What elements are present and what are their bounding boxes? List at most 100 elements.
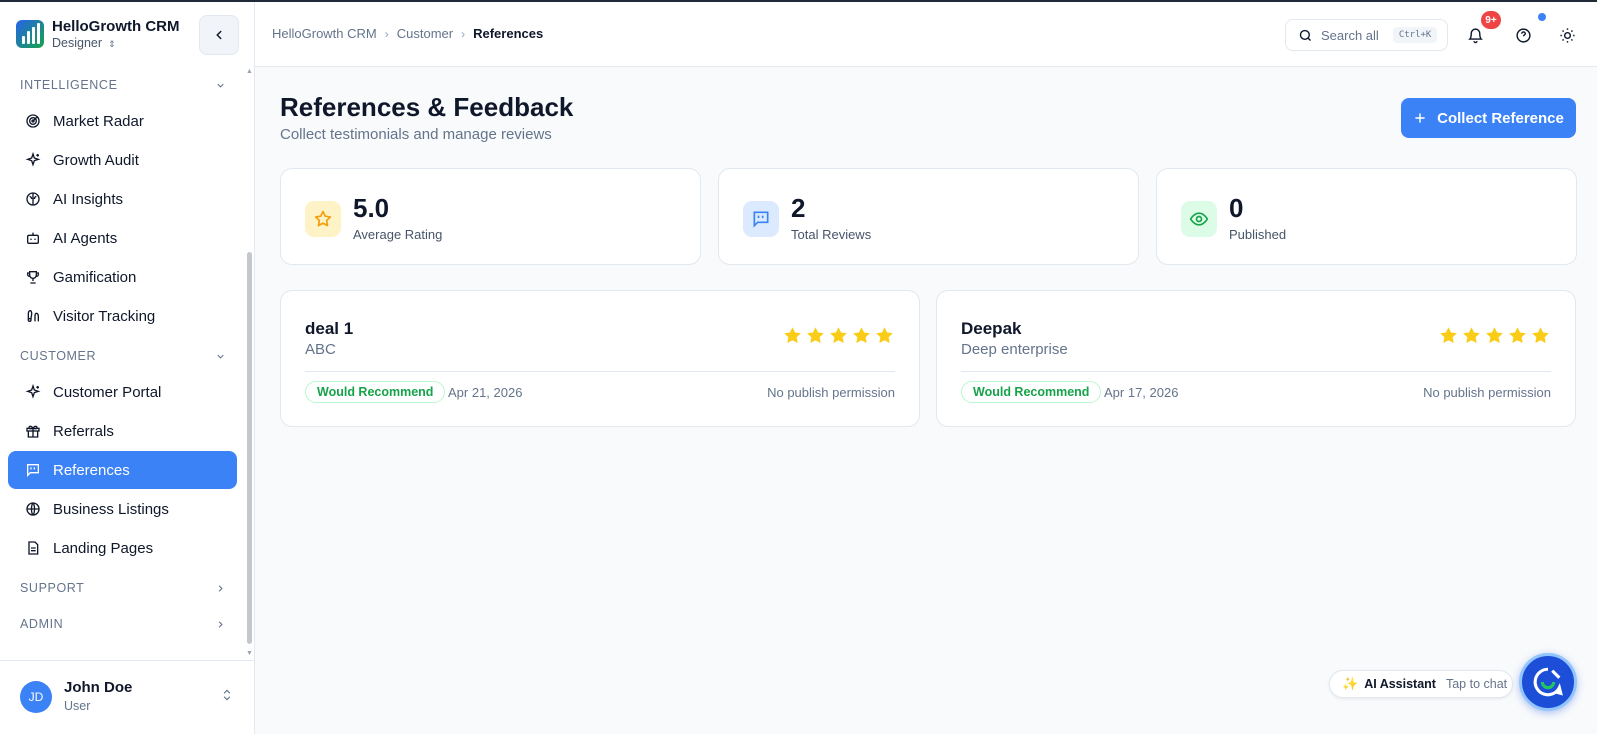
ai-assistant-button[interactable] bbox=[1519, 653, 1577, 711]
chevrons-up-down-icon bbox=[223, 689, 231, 701]
search-shortcut: Ctrl+K bbox=[1392, 27, 1438, 43]
divider bbox=[305, 371, 895, 372]
reference-card[interactable]: deal 1 ABC Would Recommend Apr 21, 2026 … bbox=[280, 290, 920, 427]
sidebar-item-ai-insights[interactable]: AI Insights bbox=[8, 180, 237, 218]
star-icon bbox=[784, 327, 801, 343]
reference-date: Apr 17, 2026 bbox=[1104, 385, 1179, 400]
sidebar-item-referrals[interactable]: Referrals bbox=[8, 412, 237, 450]
breadcrumb-item[interactable]: HelloGrowth CRM bbox=[272, 26, 377, 41]
sparkles-icon: ✨ bbox=[1342, 676, 1359, 691]
message-quote-icon bbox=[743, 201, 779, 237]
help-circle-icon bbox=[1515, 27, 1531, 43]
bell-icon bbox=[1467, 27, 1483, 43]
chevron-down-icon bbox=[217, 83, 224, 88]
sidebar-item-customer-portal[interactable]: Customer Portal bbox=[8, 373, 237, 411]
sidebar-item-visitor-tracking[interactable]: Visitor Tracking bbox=[8, 297, 237, 335]
chevron-right-icon bbox=[218, 584, 223, 592]
user-role: User bbox=[64, 699, 91, 713]
star-icon bbox=[1509, 327, 1526, 343]
theme-toggle-button[interactable] bbox=[1556, 24, 1578, 46]
sun-icon bbox=[1559, 27, 1575, 43]
search-button[interactable]: Search all Ctrl+K bbox=[1285, 19, 1448, 51]
star-rating bbox=[1438, 325, 1551, 346]
reference-card[interactable]: Deepak Deep enterprise Would Recommend A… bbox=[936, 290, 1576, 427]
sidebar-item-gamification[interactable]: Gamification bbox=[8, 258, 237, 296]
topbar: HelloGrowth CRM › Customer › References … bbox=[255, 2, 1597, 67]
file-text-icon bbox=[24, 539, 42, 557]
reference-name: deal 1 bbox=[305, 319, 354, 338]
plus-icon bbox=[1415, 113, 1425, 123]
help-button[interactable] bbox=[1512, 24, 1534, 46]
sidebar-item-growth-audit[interactable]: Growth Audit bbox=[8, 141, 237, 179]
sidebar-item-ai-agents[interactable]: AI Agents bbox=[8, 219, 237, 257]
chat-bot-icon bbox=[1533, 667, 1563, 697]
workspace-role-switcher[interactable]: Designer ⇕ bbox=[52, 36, 116, 50]
section-admin[interactable]: ADMIN bbox=[20, 609, 226, 639]
breadcrumb: HelloGrowth CRM › Customer › References bbox=[272, 26, 543, 41]
chevron-right-icon: › bbox=[461, 26, 466, 41]
notifications-button[interactable] bbox=[1464, 24, 1486, 46]
recommend-badge: Would Recommend bbox=[305, 381, 446, 403]
star-icon bbox=[1486, 327, 1503, 343]
page-subtitle: Collect testimonials and manage reviews bbox=[280, 126, 552, 143]
gift-icon bbox=[24, 422, 42, 440]
sparkles-icon bbox=[24, 383, 42, 401]
collapse-sidebar-button[interactable] bbox=[199, 15, 239, 55]
sidebar-item-market-radar[interactable]: Market Radar bbox=[8, 102, 237, 140]
workspace-role: Designer bbox=[52, 36, 103, 50]
stat-value: 2 bbox=[791, 193, 806, 223]
sidebar-item-label: Landing Pages bbox=[53, 539, 154, 557]
status-dot bbox=[1538, 13, 1546, 21]
scroll-down-arrow[interactable]: ▼ bbox=[246, 650, 253, 657]
stat-card-average-rating: 5.0 Average Rating bbox=[280, 168, 701, 265]
publish-permission: No publish permission bbox=[1423, 385, 1551, 400]
ai-assistant-hint: Tap to chat bbox=[1445, 677, 1508, 691]
section-label: INTELLIGENCE bbox=[20, 78, 118, 92]
avatar: JD bbox=[20, 681, 52, 713]
search-label: Search all bbox=[1321, 27, 1379, 43]
reference-company: ABC bbox=[305, 341, 336, 358]
user-menu[interactable]: JD John Doe User bbox=[0, 660, 255, 734]
brain-icon bbox=[24, 190, 42, 208]
star-rating bbox=[782, 325, 895, 346]
user-name: John Doe bbox=[64, 679, 133, 696]
stat-card-published: 0 Published bbox=[1156, 168, 1577, 265]
chevron-down-icon bbox=[217, 354, 224, 359]
divider bbox=[961, 371, 1551, 372]
breadcrumb-item[interactable]: Customer bbox=[397, 26, 453, 41]
section-intelligence[interactable]: INTELLIGENCE bbox=[20, 70, 226, 100]
star-icon bbox=[876, 327, 893, 343]
breadcrumb-current: References bbox=[473, 26, 544, 41]
ai-assistant-prompt[interactable]: ✨ AI Assistant Tap to chat bbox=[1329, 670, 1513, 698]
scroll-up-arrow[interactable]: ▲ bbox=[246, 68, 253, 75]
sidebar-item-label: Gamification bbox=[53, 268, 137, 286]
brand-header: HelloGrowth CRM Designer ⇕ bbox=[0, 2, 255, 68]
globe-icon bbox=[24, 500, 42, 518]
sidebar-item-label: AI Insights bbox=[53, 190, 124, 208]
section-label: CUSTOMER bbox=[20, 349, 97, 363]
chevron-left-icon bbox=[216, 30, 222, 40]
star-icon bbox=[1532, 327, 1549, 343]
stat-label: Average Rating bbox=[353, 227, 443, 242]
brand-logo bbox=[16, 20, 44, 48]
sidebar-item-references[interactable]: References bbox=[8, 451, 237, 489]
sidebar-scrollbar[interactable] bbox=[247, 252, 252, 644]
trophy-icon bbox=[24, 268, 42, 286]
sidebar-item-label: Growth Audit bbox=[53, 151, 139, 169]
sidebar-item-landing-pages[interactable]: Landing Pages bbox=[8, 529, 237, 567]
sidebar-item-label: AI Agents bbox=[53, 229, 118, 247]
sidebar-item-label: Visitor Tracking bbox=[53, 307, 156, 325]
sidebar-item-business-listings[interactable]: Business Listings bbox=[8, 490, 237, 528]
star-icon bbox=[1463, 327, 1480, 343]
reference-company: Deep enterprise bbox=[961, 341, 1068, 358]
sidebar-nav: INTELLIGENCE Market Radar Growth Audit A… bbox=[0, 68, 255, 660]
star-icon bbox=[853, 327, 870, 343]
recommend-badge: Would Recommend bbox=[961, 381, 1102, 403]
section-support[interactable]: SUPPORT bbox=[20, 573, 226, 603]
collect-reference-button[interactable]: Collect Reference bbox=[1401, 98, 1576, 138]
chevron-right-icon bbox=[218, 620, 223, 628]
sidebar-item-label: References bbox=[53, 461, 130, 479]
section-customer[interactable]: CUSTOMER bbox=[20, 341, 226, 371]
star-icon bbox=[830, 327, 847, 343]
star-icon bbox=[305, 201, 341, 237]
